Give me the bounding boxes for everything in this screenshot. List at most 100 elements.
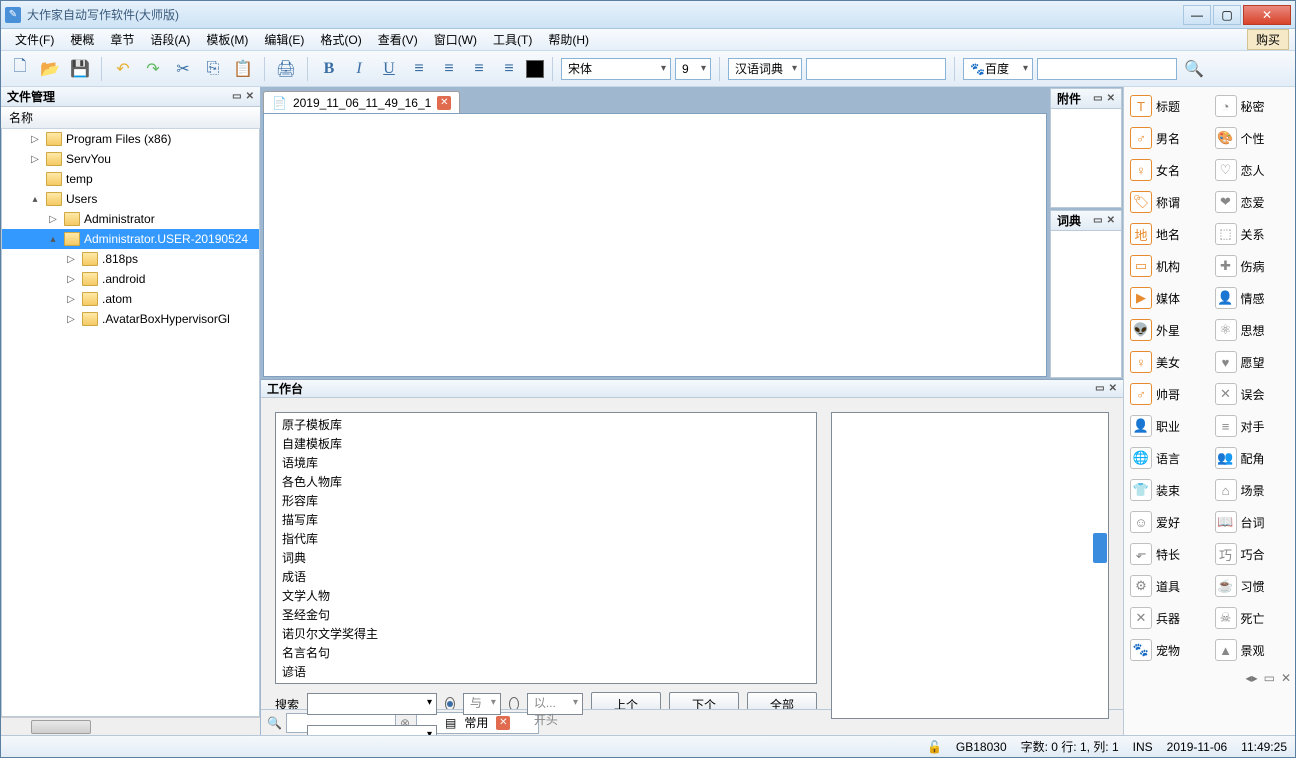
- list-item[interactable]: 谚语: [278, 662, 814, 681]
- list-item[interactable]: 词典: [278, 548, 814, 567]
- replace-combo[interactable]: [307, 725, 437, 735]
- category-love[interactable]: ❤恋爱: [1213, 189, 1292, 215]
- list-item[interactable]: 圣经金句: [278, 605, 814, 624]
- category-org[interactable]: ▭机构: [1128, 253, 1207, 279]
- font-size-select[interactable]: 9: [675, 58, 711, 80]
- tree-row[interactable]: ▷ServYou: [2, 149, 259, 169]
- undock-icon[interactable]: ▭: [232, 91, 241, 102]
- dict-select[interactable]: 汉语词典: [728, 58, 802, 80]
- tree-row[interactable]: ▷Administrator: [2, 209, 259, 229]
- dict-search-input[interactable]: [806, 58, 946, 80]
- category-beauty[interactable]: ♀美女: [1128, 349, 1207, 375]
- web-search-input[interactable]: [1037, 58, 1177, 80]
- rside-ctrl-2[interactable]: ▭: [1264, 671, 1275, 689]
- category-thought[interactable]: ⚛思想: [1213, 317, 1292, 343]
- tree-row[interactable]: temp: [2, 169, 259, 189]
- category-coincidence[interactable]: 巧巧合: [1213, 541, 1292, 567]
- category-lang[interactable]: 🌐语言: [1128, 445, 1207, 471]
- category-alien[interactable]: 👽外星: [1128, 317, 1207, 343]
- category-emotion[interactable]: 👤情感: [1213, 285, 1292, 311]
- align-justify-icon[interactable]: ≡: [496, 56, 522, 82]
- copy-icon[interactable]: ⎘: [200, 56, 226, 82]
- undo-icon[interactable]: ↶: [110, 56, 136, 82]
- category-death[interactable]: ☠死亡: [1213, 605, 1292, 631]
- tree-hscroll[interactable]: [1, 717, 260, 735]
- color-picker[interactable]: [526, 60, 544, 78]
- tree-row[interactable]: ▴Users: [2, 189, 259, 209]
- font-select[interactable]: 宋体: [561, 58, 671, 80]
- category-media[interactable]: ▶媒体: [1128, 285, 1207, 311]
- category-weapon[interactable]: ✕兵器: [1128, 605, 1207, 631]
- menu-item[interactable]: 工具(T): [485, 29, 540, 50]
- category-mistake[interactable]: ✕误会: [1213, 381, 1292, 407]
- tree-row[interactable]: ▷.android: [2, 269, 259, 289]
- align-left-icon[interactable]: ≡: [406, 56, 432, 82]
- menu-item[interactable]: 查看(V): [370, 29, 426, 50]
- file-tree[interactable]: ▷Program Files (x86)▷ServYoutemp▴Users▷A…: [1, 129, 260, 717]
- results-box[interactable]: [831, 412, 1109, 719]
- category-skill[interactable]: ⬐特长: [1128, 541, 1207, 567]
- category-secret[interactable]: ◔秘密: [1213, 93, 1292, 119]
- search-icon[interactable]: 🔍: [1181, 56, 1207, 82]
- menu-item[interactable]: 章节: [102, 29, 142, 50]
- search-icon[interactable]: 🔍: [267, 716, 282, 730]
- print-icon[interactable]: 🖨: [273, 56, 299, 82]
- list-item[interactable]: 名言名句: [278, 643, 814, 662]
- category-personality[interactable]: 🎨个性: [1213, 125, 1292, 151]
- list-item[interactable]: 成语: [278, 567, 814, 586]
- list-item[interactable]: 语境库: [278, 453, 814, 472]
- tree-row[interactable]: ▴Administrator.USER-20190524: [2, 229, 259, 249]
- menu-item[interactable]: 文件(F): [7, 29, 62, 50]
- menu-item[interactable]: 模板(M): [198, 29, 256, 50]
- dict-body[interactable]: [1051, 231, 1121, 377]
- bold-icon[interactable]: B: [316, 56, 342, 82]
- tree-row[interactable]: ▷.AvatarBoxHypervisorGl: [2, 309, 259, 329]
- maximize-button[interactable]: ▢: [1213, 5, 1241, 25]
- category-habit[interactable]: ☕习惯: [1213, 573, 1292, 599]
- category-support[interactable]: 👥配角: [1213, 445, 1292, 471]
- minimize-button[interactable]: —: [1183, 5, 1211, 25]
- save-icon[interactable]: 💾: [67, 56, 93, 82]
- close-button[interactable]: ✕: [1243, 5, 1291, 25]
- menu-item[interactable]: 格式(O): [312, 29, 369, 50]
- category-place[interactable]: 地地名: [1128, 221, 1207, 247]
- category-hobby[interactable]: ☺爱好: [1128, 509, 1207, 535]
- underline-icon[interactable]: U: [376, 56, 402, 82]
- cut-icon[interactable]: ✂: [170, 56, 196, 82]
- category-scene[interactable]: ⌂场景: [1213, 477, 1292, 503]
- tree-row[interactable]: ▷Program Files (x86): [2, 129, 259, 149]
- category-line[interactable]: 📖台词: [1213, 509, 1292, 535]
- menu-item[interactable]: 语段(A): [142, 29, 198, 50]
- start-select[interactable]: 以...开头: [527, 693, 583, 715]
- category-dress[interactable]: 👕装束: [1128, 477, 1207, 503]
- list-item[interactable]: 自建模板库: [278, 434, 814, 453]
- search-combo[interactable]: [307, 693, 437, 715]
- tree-row[interactable]: ▷.atom: [2, 289, 259, 309]
- italic-icon[interactable]: I: [346, 56, 372, 82]
- category-wish[interactable]: ♥愿望: [1213, 349, 1292, 375]
- align-center-icon[interactable]: ≡: [436, 56, 462, 82]
- category-rival[interactable]: ≡对手: [1213, 413, 1292, 439]
- list-item[interactable]: 指代库: [278, 529, 814, 548]
- list-item[interactable]: 形容库: [278, 491, 814, 510]
- and-select[interactable]: 与: [463, 693, 501, 715]
- menu-item[interactable]: 梗概: [62, 29, 102, 50]
- bottom-tab-close-icon[interactable]: ✕: [496, 716, 510, 730]
- list-item[interactable]: 描写库: [278, 510, 814, 529]
- align-right-icon[interactable]: ≡: [466, 56, 492, 82]
- menu-item[interactable]: 窗口(W): [426, 29, 485, 50]
- attach-body[interactable]: [1051, 109, 1121, 207]
- category-injury[interactable]: ✚伤病: [1213, 253, 1292, 279]
- search-engine-select[interactable]: 🐾 百度: [963, 58, 1033, 80]
- category-job[interactable]: 👤职业: [1128, 413, 1207, 439]
- library-list[interactable]: 原子模板库自建模板库语境库各色人物库形容库描写库指代库词典成语文学人物圣经金句诺…: [275, 412, 817, 684]
- panel-close-icon[interactable]: ✕: [246, 91, 254, 102]
- category-label[interactable]: 🏷称谓: [1128, 189, 1207, 215]
- category-landscape[interactable]: ▲景观: [1213, 637, 1292, 663]
- list-item[interactable]: 文学人物: [278, 586, 814, 605]
- editor[interactable]: [263, 113, 1047, 377]
- category-pet[interactable]: 🐾宠物: [1128, 637, 1207, 663]
- menu-item[interactable]: 编辑(E): [256, 29, 312, 50]
- list-item[interactable]: 诺贝尔文学奖得主: [278, 624, 814, 643]
- tree-row[interactable]: ▷.818ps: [2, 249, 259, 269]
